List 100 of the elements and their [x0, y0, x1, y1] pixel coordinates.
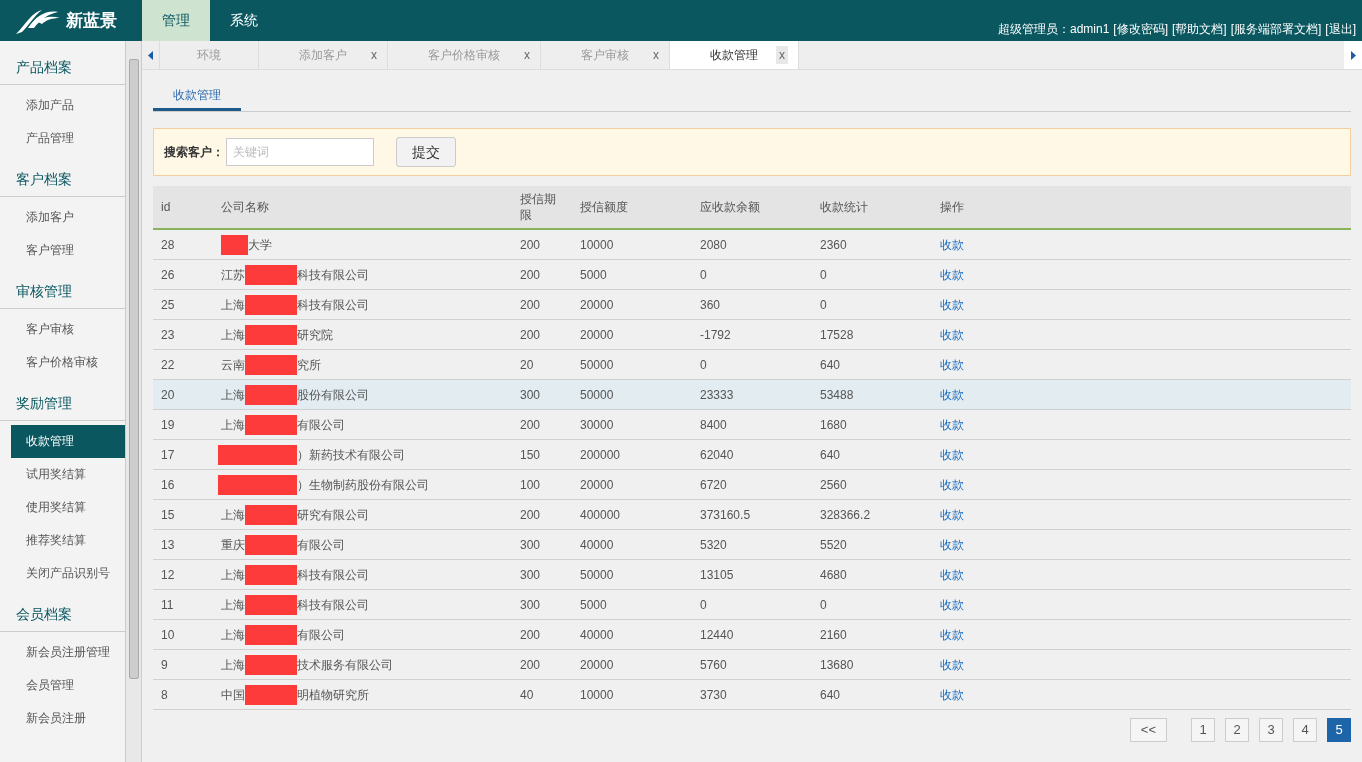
table-cell-text: 200	[520, 656, 541, 674]
table-cell-text: 640	[820, 686, 841, 704]
collect-link[interactable]: 收款	[940, 445, 964, 464]
scroll-right-button[interactable]	[1344, 41, 1362, 69]
redaction-bar	[221, 234, 248, 255]
collect-link[interactable]: 收款	[940, 655, 964, 674]
sidebar-item[interactable]: 客户价格审核	[0, 346, 125, 379]
collect-link[interactable]: 收款	[940, 535, 964, 554]
page-button[interactable]: 3	[1259, 718, 1283, 742]
sidebar-item[interactable]: 新会员注册	[0, 702, 125, 735]
header-link[interactable]: [退出]	[1325, 20, 1356, 38]
page-button[interactable]: 2	[1225, 718, 1249, 742]
table-cell-text: 328366.2	[820, 506, 871, 524]
sidebar-item[interactable]: 添加产品	[0, 89, 125, 122]
collect-link[interactable]: 收款	[940, 685, 964, 704]
table-cell-text: 20000	[580, 656, 614, 674]
tab[interactable]: 添加客户 x	[259, 41, 388, 69]
table-cell-text: 150	[520, 446, 541, 464]
table-cell-text: 50000	[580, 566, 614, 584]
table-cell-text: 科技有限公司	[297, 566, 369, 584]
table-cell-text: 上海	[221, 656, 245, 674]
table-cell-text: 8400	[700, 416, 727, 434]
close-button[interactable]: x	[776, 46, 788, 64]
sidebar-item[interactable]: 试用奖结算	[0, 458, 125, 491]
page-button[interactable]: 4	[1293, 718, 1317, 742]
collect-link[interactable]: 收款	[940, 265, 964, 284]
table-cell-text: 重庆	[221, 536, 245, 554]
table-cell-text: 200000	[580, 446, 621, 464]
table-cell-text: 有限公司	[297, 416, 345, 434]
page-button[interactable]: <<	[1129, 718, 1167, 742]
table-cell-text: 8	[161, 686, 168, 704]
table-cell-text: 10	[161, 626, 175, 644]
sidebar-item[interactable]: 推荐奖结算	[0, 524, 125, 557]
sidebar-item[interactable]: 添加客户	[0, 201, 125, 234]
table-cell-text: 200	[520, 506, 541, 524]
table-cell-text: 2160	[820, 626, 847, 644]
sidebar-scrollbar[interactable]	[126, 41, 142, 762]
tab[interactable]: 收款管理 x	[670, 41, 799, 69]
table-cell-text: 200	[520, 266, 541, 284]
table-cell-text: 11	[161, 596, 174, 614]
close-button[interactable]: x	[524, 46, 530, 64]
table-cell-text: 17528	[820, 326, 854, 344]
tab[interactable]: 客户价格审核 x	[388, 41, 541, 69]
table-cell-text: 23333	[700, 386, 734, 404]
table-cell-text: 12440	[700, 626, 734, 644]
table-cell-text: 中国	[221, 686, 245, 704]
collect-link[interactable]: 收款	[940, 385, 964, 404]
redaction-bar	[245, 264, 297, 285]
search-label: 搜索客户：	[164, 144, 224, 161]
sidebar-group-title: 产品档案	[0, 49, 125, 85]
table-cell-text: 上海	[221, 326, 245, 344]
collect-link[interactable]: 收款	[940, 415, 964, 434]
sidebar-item[interactable]: 客户管理	[0, 234, 125, 267]
collect-link[interactable]: 收款	[940, 505, 964, 524]
header-link[interactable]: [修改密码]	[1113, 20, 1168, 38]
header-link[interactable]: [帮助文档]	[1172, 20, 1227, 38]
table-cell-text: 科技有限公司	[297, 266, 369, 284]
table-cell-text: 9	[161, 656, 168, 674]
redaction-bar	[245, 564, 297, 585]
sidebar-item[interactable]: 新会员注册管理	[0, 636, 125, 669]
column-header: 操作	[940, 199, 964, 216]
table-cell-text: 100	[520, 476, 541, 494]
sidebar-item[interactable]: 关闭产品识别号	[0, 557, 125, 590]
table-cell-text: 科技有限公司	[297, 596, 369, 614]
table-cell-text: 26	[161, 266, 175, 284]
sidebar-item[interactable]: 收款管理	[11, 425, 125, 458]
sidebar-item[interactable]: 使用奖结算	[0, 491, 125, 524]
collect-link[interactable]: 收款	[940, 595, 964, 614]
search-field[interactable]: 关键词	[226, 138, 374, 166]
table-cell-text: 53488	[820, 386, 854, 404]
header-link[interactable]: [服务端部署文档]	[1230, 20, 1322, 38]
collect-link[interactable]: 收款	[940, 325, 964, 344]
collect-link[interactable]: 收款	[940, 475, 964, 494]
table-cell-text: -1792	[700, 326, 731, 344]
collect-link[interactable]: 收款	[940, 295, 964, 314]
collect-link[interactable]: 收款	[940, 565, 964, 584]
page-button[interactable]: 1	[1191, 718, 1215, 742]
table-cell-text: 19	[161, 416, 175, 434]
sidebar-item[interactable]: 客户审核	[0, 313, 125, 346]
table-cell-text: 20000	[580, 296, 614, 314]
collect-link[interactable]: 收款	[940, 355, 964, 374]
table-cell-text: 10000	[580, 236, 614, 254]
nav-tab[interactable]: 系统	[210, 0, 278, 41]
collect-link[interactable]: 收款	[940, 625, 964, 644]
nav-tab[interactable]: 管理	[142, 0, 210, 41]
submit-button[interactable]: 提交	[396, 137, 456, 167]
sidebar-item[interactable]: 会员管理	[0, 669, 125, 702]
table-cell-text: 300	[520, 386, 541, 404]
sidebar-group-title: 客户档案	[0, 161, 125, 197]
sidebar-item[interactable]: 产品管理	[0, 122, 125, 155]
table-cell-text: 15	[161, 506, 175, 524]
table-cell-text: 373160.5	[700, 506, 751, 524]
close-button[interactable]: x	[653, 46, 659, 64]
redaction-bar	[245, 294, 297, 315]
page-tab[interactable]: 收款管理	[153, 82, 241, 111]
page-button[interactable]: 5	[1327, 718, 1351, 742]
table-cell-text: 上海	[221, 626, 245, 644]
close-button[interactable]: x	[371, 46, 377, 64]
redaction-bar	[245, 654, 297, 675]
collect-link[interactable]: 收款	[940, 235, 964, 254]
